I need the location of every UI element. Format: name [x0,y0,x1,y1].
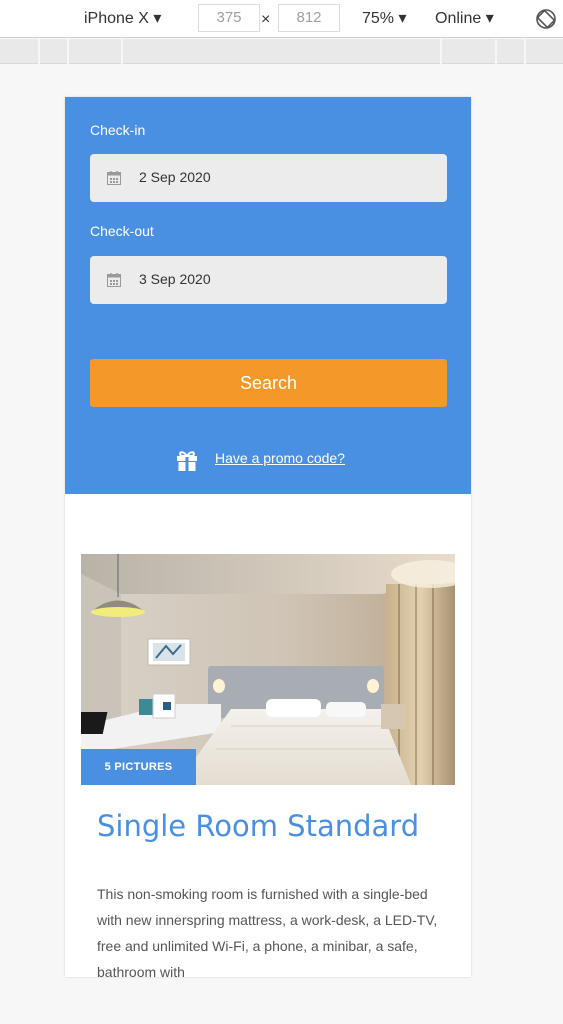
checkin-label: Check-in [90,122,146,138]
media-query-ruler[interactable] [0,39,563,64]
pictures-count-badge[interactable]: 5 PICTURES [81,749,196,785]
viewport-height-input[interactable]: 812 [278,4,340,32]
checkout-label: Check-out [90,223,154,239]
network-throttle-select[interactable]: Online ▾ [435,8,494,30]
checkout-date-field[interactable]: 3 Sep 2020 [90,256,447,304]
room-description: This non-smoking room is furnished with … [97,886,438,977]
dimension-separator: × [261,11,271,28]
checkout-date-value: 3 Sep 2020 [139,271,211,287]
room-photo[interactable]: 5 PICTURES [81,554,455,785]
rotate-icon[interactable] [534,7,558,31]
promo-code-link[interactable]: Have a promo code? [215,450,345,466]
device-toolbar: iPhone X ▾ 375 × 812 75% ▾ Online ▾ [0,0,563,38]
device-select[interactable]: iPhone X ▾ [84,8,161,30]
search-button[interactable]: Search [90,359,447,407]
checkin-date-field[interactable]: 2 Sep 2020 [90,154,447,202]
checkin-date-value: 2 Sep 2020 [139,169,211,185]
viewport-width-input[interactable]: 375 [198,4,260,32]
calendar-icon [107,273,121,287]
device-viewport: Check-in 2 Sep 2020 Check-out 3 Sep 2020… [65,97,471,977]
calendar-icon [107,171,121,185]
gift-icon [177,451,197,471]
room-title[interactable]: Single Room Standard [97,809,419,843]
zoom-select[interactable]: 75% ▾ [362,8,407,30]
booking-panel: Check-in 2 Sep 2020 Check-out 3 Sep 2020… [65,97,471,494]
